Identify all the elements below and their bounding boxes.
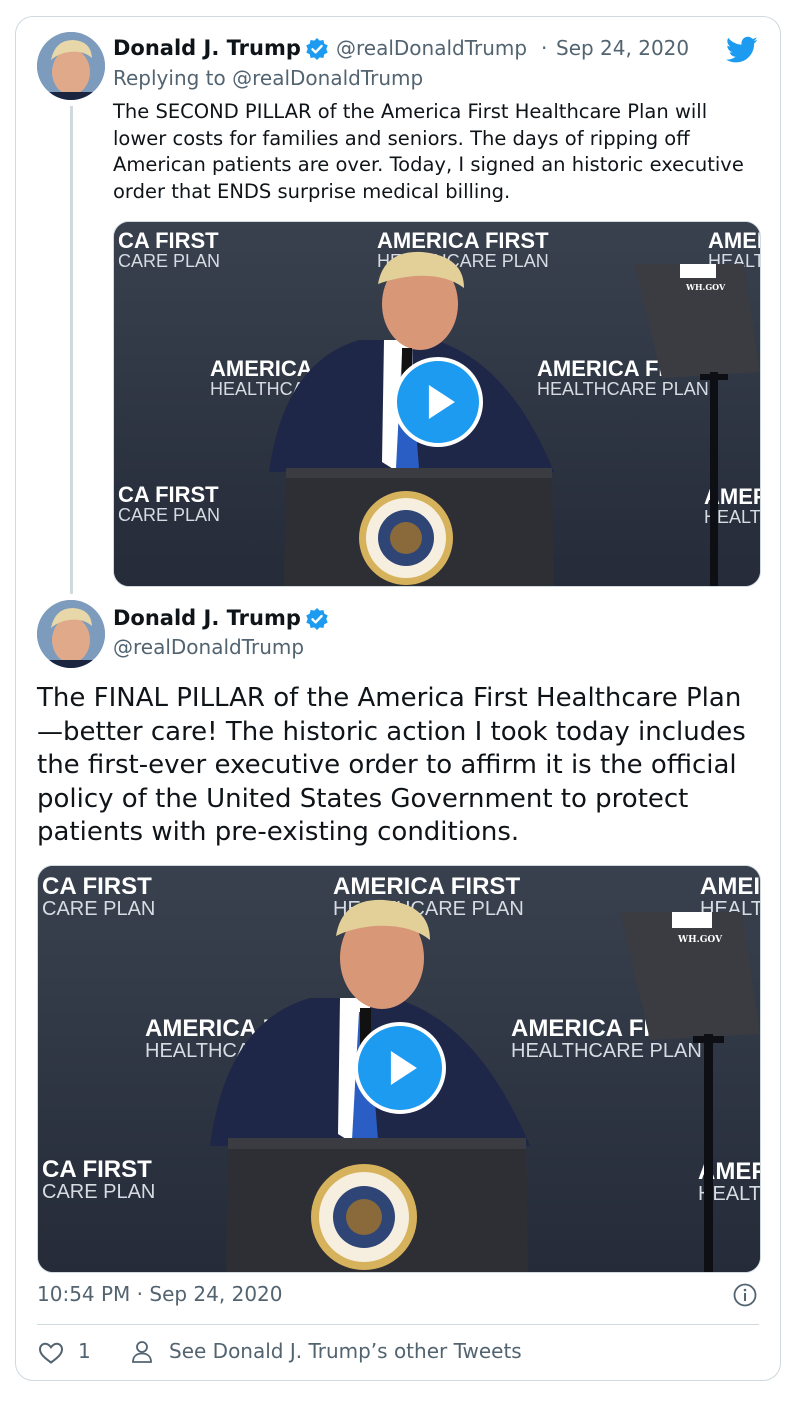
banner-text: CARE PLAN xyxy=(42,898,155,920)
author-name[interactable]: Donald J. Trump xyxy=(113,606,301,630)
banner-text: AMEI xyxy=(700,873,760,900)
like-count[interactable]: 1 xyxy=(78,1339,91,1363)
author-avatar[interactable] xyxy=(37,600,105,668)
banner-text: CA FIRST xyxy=(118,482,219,507)
person-icon xyxy=(132,1341,152,1363)
banner-text: AMERICA xyxy=(210,356,313,381)
banner-text: CARE PLAN xyxy=(42,1181,155,1203)
verified-badge-icon xyxy=(306,38,328,60)
info-icon[interactable] xyxy=(733,1283,757,1307)
parent-video-player[interactable]: CA FIRST CARE PLAN AMERICA FIRST HEALTHC… xyxy=(113,221,761,587)
banner-text: CA FIRST xyxy=(42,1156,152,1183)
podium xyxy=(226,1138,528,1272)
thread-connector xyxy=(70,106,73,594)
banner-text: CA FIRST xyxy=(42,873,152,900)
verified-badge-icon xyxy=(306,608,328,630)
main-video-player[interactable]: CA FIRST CARE PLAN AMERICA FIRST HEALTHC… xyxy=(37,865,761,1273)
svg-text:WH.GOV: WH.GOV xyxy=(685,282,726,292)
podium xyxy=(284,468,554,586)
banner-text: HEALTHCARE PLAN xyxy=(511,1040,702,1062)
banner-text: AMERICA FIRST xyxy=(333,873,520,900)
banner-text: AMEI xyxy=(708,228,760,253)
heart-icon[interactable] xyxy=(38,1341,64,1365)
main-tweet-text: The FINAL PILLAR of the America First He… xyxy=(37,683,746,847)
author-name[interactable]: Donald J. Trump xyxy=(113,36,301,60)
author-handle[interactable]: @realDonaldTrump xyxy=(336,36,527,60)
banner-text: CA FIRST xyxy=(118,228,219,253)
twitter-bird-icon[interactable] xyxy=(726,36,758,64)
banner-text: CARE PLAN xyxy=(118,251,220,271)
tweet-timestamp[interactable]: 10:54 PM · Sep 24, 2020 xyxy=(37,1282,283,1306)
banner-text: AMERICA FIRST xyxy=(377,228,549,253)
tweet-date[interactable]: Sep 24, 2020 xyxy=(556,36,689,60)
replying-to[interactable]: Replying to @realDonaldTrump xyxy=(113,66,423,90)
author-avatar[interactable] xyxy=(37,32,105,100)
play-icon[interactable] xyxy=(393,357,483,447)
banner-text: CARE PLAN xyxy=(118,505,220,525)
banner-text: HEALTHCA xyxy=(210,379,305,399)
parent-tweet-text: The SECOND PILLAR of the America First H… xyxy=(113,100,744,203)
see-other-tweets-link[interactable]: See Donald J. Trump’s other Tweets xyxy=(169,1339,522,1363)
banner-text: HEALTHCARE PLAN xyxy=(537,379,709,399)
play-icon[interactable] xyxy=(354,1022,446,1114)
author-handle[interactable]: @realDonaldTrump xyxy=(113,635,304,659)
svg-text:WH.GOV: WH.GOV xyxy=(677,935,723,945)
meta-separator: · xyxy=(541,36,548,60)
action-divider xyxy=(37,1324,759,1325)
